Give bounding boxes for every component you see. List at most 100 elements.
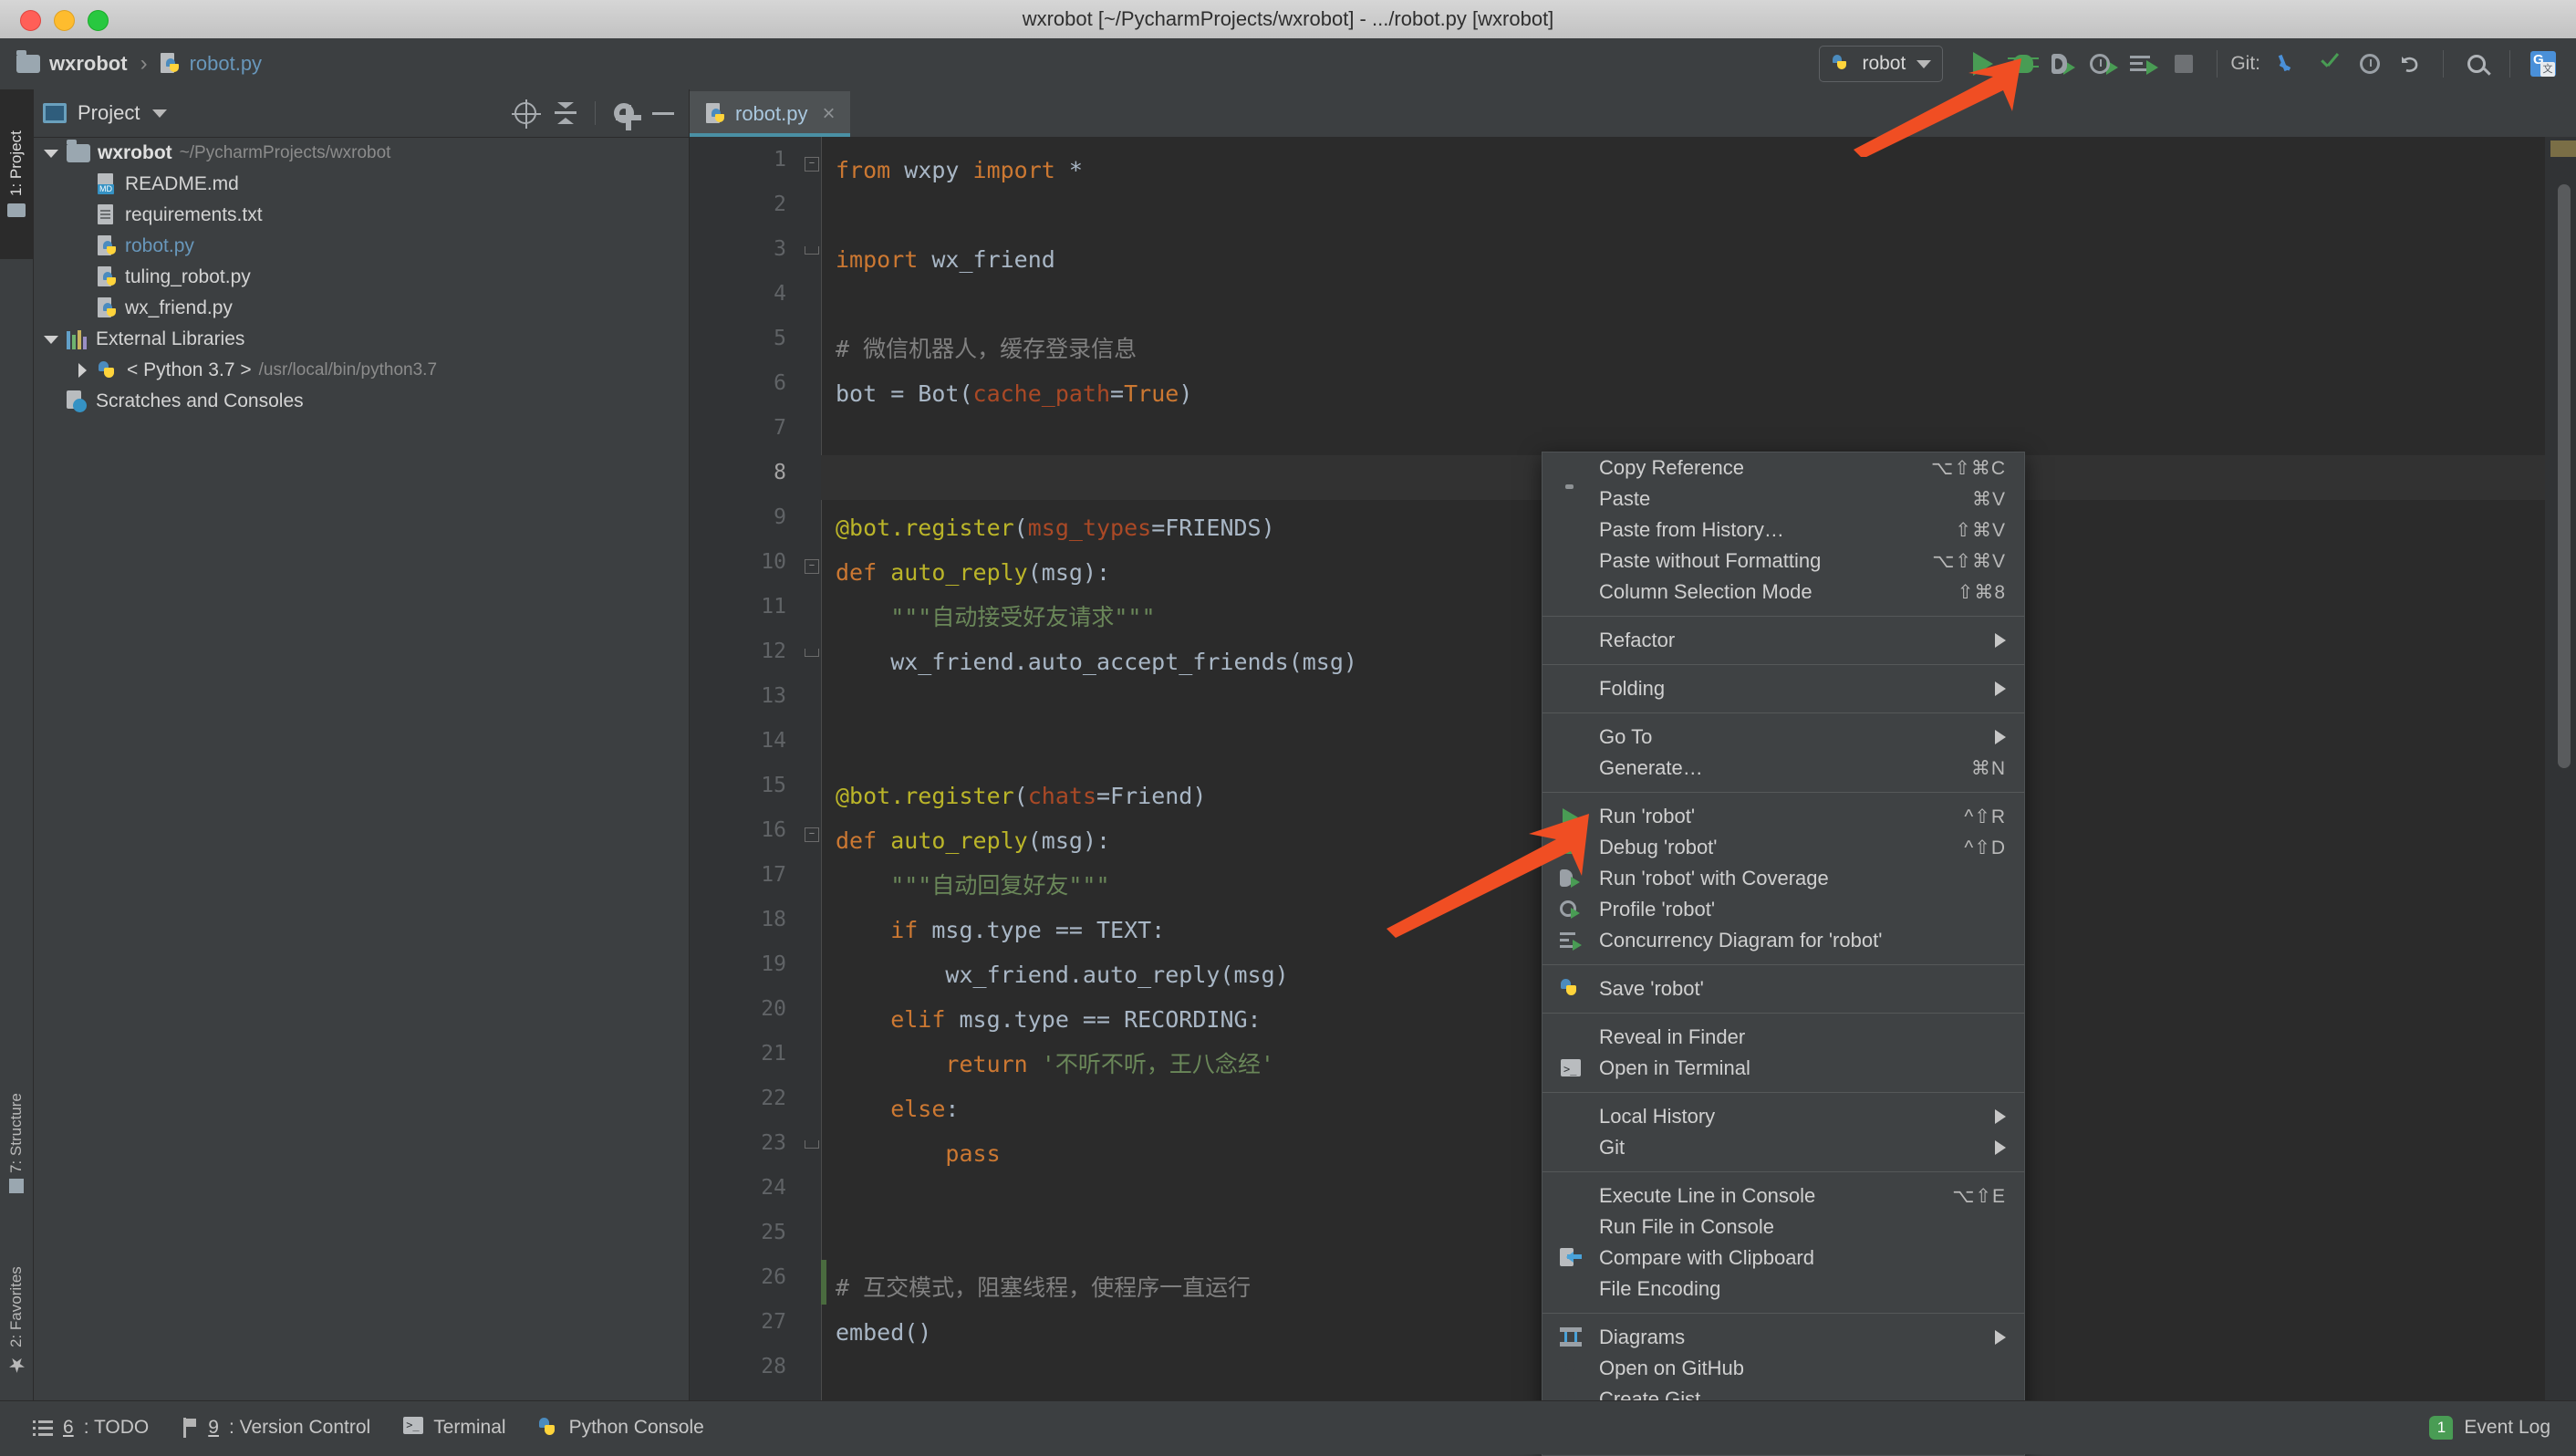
- status-bar-item-terminal[interactable]: >_ Terminal: [403, 1416, 506, 1440]
- locate-icon[interactable]: [512, 99, 541, 129]
- folder-icon: [16, 50, 40, 73]
- tree-item-robot-py[interactable]: robot.py: [34, 231, 689, 262]
- menu-item-debug-robot[interactable]: Debug 'robot' ^⇧D: [1542, 832, 2024, 863]
- menu-separator: [1542, 1313, 2024, 1314]
- terminal-icon: >_: [1559, 1056, 1584, 1080]
- gear-icon[interactable]: [614, 103, 641, 130]
- translate-button[interactable]: G 文: [2523, 44, 2563, 84]
- menu-item-shortcut: ⌘N: [1970, 757, 2006, 779]
- status-bar: 6: TODO 9: Version Control >_ Terminal Pytho…: [0, 1400, 2576, 1454]
- git-label: Git:: [2230, 53, 2260, 74]
- code-token: @bot.register: [836, 783, 1014, 809]
- status-bar-item-version-control[interactable]: 9: Version Control: [182, 1417, 370, 1439]
- fold-marker[interactable]: [805, 649, 819, 657]
- sidebar-tab-project-label: 1: Project: [7, 130, 25, 197]
- search-everywhere-button[interactable]: [2457, 44, 2497, 84]
- chevron-down-icon[interactable]: [152, 109, 168, 118]
- sidebar-tab-project[interactable]: 1: Project: [0, 89, 33, 259]
- commit-button[interactable]: [2310, 44, 2350, 84]
- menu-item-column-selection-mode[interactable]: Column Selection Mode ⇧⌘8: [1542, 577, 2024, 608]
- profile-button[interactable]: [2083, 44, 2124, 84]
- update-project-button[interactable]: [2270, 44, 2310, 84]
- sidebar-tab-structure[interactable]: 7: Structure: [0, 1022, 33, 1201]
- code-line: """自动接受好友请求""": [836, 595, 1155, 640]
- tree-item-wx-friend-py[interactable]: wx_friend.py: [34, 293, 689, 324]
- no-icon: [1559, 1136, 1584, 1160]
- run-toolbar: robot Git: G 文: [1819, 38, 2563, 89]
- fold-marker[interactable]: −: [805, 827, 819, 842]
- menu-item-diagrams[interactable]: Diagrams: [1542, 1322, 2024, 1353]
- breadcrumb-file[interactable]: robot.py: [160, 52, 262, 76]
- status-bar-item-python-console[interactable]: Python Console: [538, 1417, 704, 1439]
- clipboard-icon: [1559, 487, 1584, 511]
- tree-item-requirements-txt[interactable]: requirements.txt: [34, 200, 689, 231]
- hide-icon[interactable]: [652, 111, 674, 115]
- menu-item-label: Go To: [1599, 725, 1653, 748]
- code-line: elif msg.type == RECORDING:: [836, 997, 1261, 1042]
- tree-item-wxrobot[interactable]: wxrobot ~/PycharmProjects/wxrobot: [34, 138, 689, 169]
- close-icon[interactable]: ×: [823, 103, 836, 125]
- menu-item-paste[interactable]: Paste ⌘V: [1542, 484, 2024, 515]
- menu-item-open-on-github[interactable]: Open on GitHub: [1542, 1353, 2024, 1384]
- line-number: 17: [761, 863, 786, 887]
- menu-item-concurrency-diagram-for-robot[interactable]: Concurrency Diagram for 'robot': [1542, 925, 2024, 956]
- run-button[interactable]: [1963, 44, 2003, 84]
- code-token: return: [836, 1051, 1042, 1077]
- fold-marker[interactable]: [805, 246, 819, 255]
- menu-item-run-robot-with-coverage[interactable]: Run 'robot' with Coverage: [1542, 863, 2024, 894]
- rollback-button[interactable]: [2390, 44, 2430, 84]
- editor-scrollbar[interactable]: [2558, 184, 2571, 768]
- run-with-coverage-button[interactable]: [2043, 44, 2083, 84]
- menu-item-save-robot[interactable]: Save 'robot': [1542, 973, 2024, 1004]
- menu-item-run-robot[interactable]: Run 'robot' ^⇧R: [1542, 801, 2024, 832]
- menu-item-run-file-in-console[interactable]: Run File in Console: [1542, 1212, 2024, 1243]
- chevron-down-icon[interactable]: [43, 149, 59, 158]
- menu-item-paste-without-formatting[interactable]: Paste without Formatting ⌥⇧⌘V: [1542, 546, 2024, 577]
- concurrency-diagram-button[interactable]: [2124, 44, 2164, 84]
- collapse-all-icon[interactable]: [555, 102, 576, 124]
- debug-button[interactable]: [2003, 44, 2043, 84]
- editor-tab-robot-py[interactable]: robot.py ×: [690, 91, 850, 137]
- tree-item-tuling-robot-py[interactable]: tuling_robot.py: [34, 262, 689, 293]
- run-configuration-selector[interactable]: robot: [1819, 46, 1944, 82]
- menu-item-compare-with-clipboard[interactable]: Compare with Clipboard: [1542, 1243, 2024, 1274]
- chevron-down-icon[interactable]: [43, 335, 59, 344]
- line-number: 2: [774, 192, 786, 216]
- fold-gutter[interactable]: [799, 137, 822, 1401]
- commit-icon: [2319, 53, 2341, 75]
- menu-item-copy-reference[interactable]: Copy Reference ⌥⇧⌘C: [1542, 452, 2024, 484]
- menu-item-shortcut: ⇧⌘V: [1955, 519, 2006, 541]
- menu-item-go-to[interactable]: Go To: [1542, 722, 2024, 753]
- menu-item-local-history[interactable]: Local History: [1542, 1101, 2024, 1132]
- event-log-button[interactable]: 1 Event Log: [2429, 1416, 2550, 1440]
- stop-button[interactable]: [2164, 44, 2204, 84]
- menu-item-folding[interactable]: Folding: [1542, 673, 2024, 704]
- menu-item-refactor[interactable]: Refactor: [1542, 625, 2024, 656]
- menu-item-paste-from-history[interactable]: Paste from History… ⇧⌘V: [1542, 515, 2024, 546]
- menu-item-reveal-in-finder[interactable]: Reveal in Finder: [1542, 1022, 2024, 1053]
- warning-marker[interactable]: [2550, 140, 2576, 157]
- menu-item-file-encoding[interactable]: File Encoding: [1542, 1274, 2024, 1305]
- tree-item-scratches-and-consoles[interactable]: Scratches and Consoles: [34, 386, 689, 417]
- tree-item-external-libraries[interactable]: External Libraries: [34, 324, 689, 355]
- tree-item-python-3-7[interactable]: < Python 3.7 > /usr/local/bin/python3.7: [34, 355, 689, 386]
- status-bar-item-todo[interactable]: 6: TODO: [33, 1417, 149, 1439]
- menu-item-execute-line-in-console[interactable]: Execute Line in Console ⌥⇧E: [1542, 1180, 2024, 1212]
- menu-separator: [1542, 792, 2024, 793]
- project-tree[interactable]: wxrobot ~/PycharmProjects/wxrobot MD README…: [34, 138, 689, 417]
- fold-marker[interactable]: −: [805, 559, 819, 574]
- editor-context-menu[interactable]: Copy Reference ⌥⇧⌘C Paste ⌘V Paste from Hist…: [1542, 452, 2025, 1456]
- chevron-right-icon[interactable]: [74, 363, 90, 378]
- breadcrumb-project[interactable]: wxrobot: [16, 50, 128, 76]
- menu-item-profile-robot[interactable]: Profile 'robot': [1542, 894, 2024, 925]
- debug-icon: [1559, 836, 1584, 859]
- menu-item-open-in-terminal[interactable]: >_ Open in Terminal: [1542, 1053, 2024, 1084]
- menu-item-generate[interactable]: Generate… ⌘N: [1542, 753, 2024, 784]
- tree-item-readme-md[interactable]: MD README.md: [34, 169, 689, 200]
- fold-marker[interactable]: [805, 1140, 819, 1149]
- sidebar-tab-favorites[interactable]: ★ 2: Favorites: [0, 1195, 33, 1383]
- vcs-history-button[interactable]: [2350, 44, 2390, 84]
- fold-marker[interactable]: −: [805, 157, 819, 172]
- no-icon: [1559, 1184, 1584, 1208]
- menu-item-git[interactable]: Git: [1542, 1132, 2024, 1163]
